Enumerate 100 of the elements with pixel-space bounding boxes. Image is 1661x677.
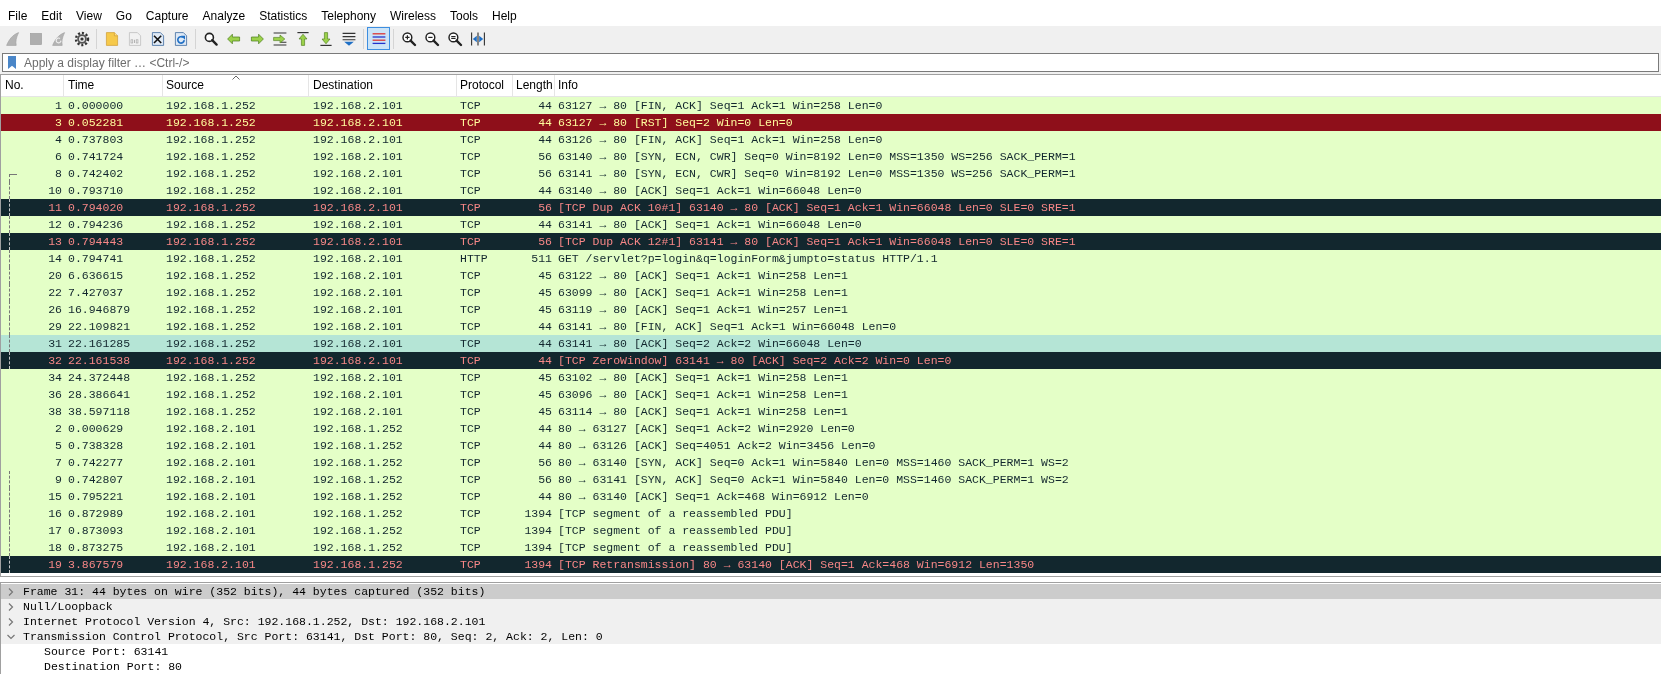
- table-cell-text: 192.168.1.252: [165, 404, 257, 420]
- tree-item[interactable]: Transmission Control Protocol, Src Port: 63141, Dst Port: 80, Seq: 2, Ack: 2, Len: 0: [1, 629, 1661, 644]
- menu-item[interactable]: Statistics: [252, 6, 315, 26]
- packet-row[interactable]: 19 3.867579 192.168.2.101 192.168.1.252 TCP 1394 [TCP Retransmission] 80 → 63140 [ACK] Seq=1 Ack=468 Win=6912 Len=1350: [1, 556, 1661, 573]
- table-cell-text: 192.168.1.252: [165, 183, 257, 199]
- table-cell-text: TCP: [459, 489, 482, 505]
- table-cell-text: 63096 → 80 [ACK] Seq=1 Ack=1 Win=258 Len=1: [557, 387, 849, 403]
- table-cell-text: [TCP Dup ACK 10#1] 63140 → 80 [ACK] Seq=1 Ack=1 Win=66048 Len=0 SLE=0 SRE=1: [557, 200, 1077, 216]
- table-cell-text: 192.168.1.252: [165, 387, 257, 403]
- table-cell-text: 38.597118: [67, 404, 132, 420]
- table-cell-text: 44: [537, 217, 553, 233]
- menu-item[interactable]: Tools: [443, 6, 485, 26]
- table-cell-text: 1394: [523, 540, 553, 556]
- table-cell-text: 192.168.1.252: [312, 523, 404, 539]
- table-cell-text: 0.741724: [67, 149, 125, 165]
- table-cell-text: 0.873275: [67, 540, 125, 556]
- packet-row[interactable]: 6 0.741724 192.168.1.252 192.168.2.101 TCP 56 63140 → 80 [SYN, ECN, CWR] Seq=0 Win=8192 Len=0 MSS=1350 WS=256 SACK_PERM=1: [1, 148, 1661, 165]
- table-cell-text: 192.168.1.252: [165, 234, 257, 250]
- table-cell-text: TCP: [459, 557, 482, 573]
- table-cell-text: 45: [537, 404, 553, 420]
- menu-item[interactable]: View: [69, 6, 109, 26]
- packet-row[interactable]: 10 0.793710 192.168.1.252 192.168.2.101 TCP 44 63140 → 80 [ACK] Seq=1 Ack=1 Win=66048 Len=0: [1, 182, 1661, 199]
- column-header[interactable]: Destination: [309, 75, 457, 96]
- packet-row[interactable]: 15 0.795221 192.168.2.101 192.168.1.252 TCP 44 80 → 63140 [ACK] Seq=1 Ack=468 Win=6912 Len=0: [1, 488, 1661, 505]
- table-cell-text: 192.168.2.101: [312, 183, 404, 199]
- table-cell-text: 192.168.1.252: [165, 166, 257, 182]
- menu-item[interactable]: Help: [485, 6, 524, 26]
- packet-row[interactable]: 32 22.161538 192.168.1.252 192.168.2.101 TCP 44 [TCP ZeroWindow] 63141 → 80 [ACK] Seq=2 Ack=2 Win=0 Len=0: [1, 352, 1661, 369]
- menu-item[interactable]: Go: [108, 6, 139, 26]
- menu-item[interactable]: Wireless: [383, 6, 443, 26]
- packet-row[interactable]: 18 0.873275 192.168.2.101 192.168.1.252 TCP 1394 [TCP segment of a reassembled PDU]: [1, 539, 1661, 556]
- table-cell-text: TCP: [459, 421, 482, 437]
- display-filter-field[interactable]: Apply a display filter … <Ctrl-/>: [2, 53, 1659, 72]
- packet-row[interactable]: 8 0.742402 192.168.1.252 192.168.2.101 TCP 56 63141 → 80 [SYN, ECN, CWR] Seq=0 Win=8192 Len=0 MSS=1350 WS=256 SACK_PERM=1: [1, 165, 1661, 182]
- menu-item[interactable]: Telephony: [314, 6, 383, 26]
- table-cell-text: TCP: [459, 319, 482, 335]
- tree-item[interactable]: Internet Protocol Version 4, Src: 192.168.1.252, Dst: 192.168.2.101: [1, 614, 1661, 629]
- table-cell-text: 192.168.2.101: [312, 370, 404, 386]
- column-header[interactable]: Time: [64, 75, 163, 96]
- packet-row[interactable]: 36 28.386641 192.168.1.252 192.168.2.101 TCP 45 63096 → 80 [ACK] Seq=1 Ack=1 Win=258 Len=1: [1, 386, 1661, 403]
- column-header[interactable]: Info: [555, 75, 1661, 96]
- column-header[interactable]: No.: [1, 75, 64, 96]
- table-cell-text: 44: [537, 438, 553, 454]
- packet-row[interactable]: 13 0.794443 192.168.1.252 192.168.2.101 TCP 56 [TCP Dup ACK 12#1] 63141 → 80 [ACK] Seq=1 Ack=1 Win=66048 Len=0 SLE=0 SRE=1: [1, 233, 1661, 250]
- packet-row[interactable]: 4 0.737803 192.168.1.252 192.168.2.101 TCP 44 63126 → 80 [FIN, ACK] Seq=1 Ack=1 Win=258 Len=0: [1, 131, 1661, 148]
- column-header[interactable]: Protocol: [457, 75, 513, 96]
- packet-row[interactable]: 2 0.000629 192.168.2.101 192.168.1.252 TCP 44 80 → 63127 [ACK] Seq=1 Ack=2 Win=2920 Len=0: [1, 420, 1661, 437]
- chevron-down-icon[interactable]: [7, 632, 15, 641]
- packet-row[interactable]: 9 0.742807 192.168.2.101 192.168.1.252 TCP 56 80 → 63141 [SYN, ACK] Seq=0 Ack=1 Win=5840 Len=0 MSS=1460 SACK_PERM=1 WS=2: [1, 471, 1661, 488]
- packet-row[interactable]: 34 24.372448 192.168.1.252 192.168.2.101 TCP 45 63102 → 80 [ACK] Seq=1 Ack=1 Win=258 Len=1: [1, 369, 1661, 386]
- table-cell-text: 56: [537, 200, 553, 216]
- chevron-right-icon[interactable]: [7, 617, 15, 626]
- packet-row[interactable]: 17 0.873093 192.168.2.101 192.168.1.252 TCP 1394 [TCP segment of a reassembled PDU]: [1, 522, 1661, 539]
- packet-row[interactable]: 22 7.427037 192.168.1.252 192.168.2.101 TCP 45 63099 → 80 [ACK] Seq=1 Ack=1 Win=258 Len=1: [1, 284, 1661, 301]
- packet-row[interactable]: 38 38.597118 192.168.1.252 192.168.2.101 TCP 45 63114 → 80 [ACK] Seq=1 Ack=1 Win=258 Len=1: [1, 403, 1661, 420]
- packet-row[interactable]: 31 22.161285 192.168.1.252 192.168.2.101 TCP 44 63141 → 80 [ACK] Seq=2 Ack=2 Win=66048 Len=0: [1, 335, 1661, 352]
- table-cell-text: 19: [47, 557, 63, 573]
- table-cell-text: 4: [54, 132, 63, 148]
- packet-row[interactable]: 11 0.794020 192.168.1.252 192.168.2.101 TCP 56 [TCP Dup ACK 10#1] 63140 → 80 [ACK] Seq=1 Ack=1 Win=66048 Len=0 SLE=0 SRE=1: [1, 199, 1661, 216]
- table-cell-text: 7: [54, 455, 63, 471]
- menu-item[interactable]: Capture: [138, 6, 196, 26]
- packet-row[interactable]: 16 0.872989 192.168.2.101 192.168.1.252 TCP 1394 [TCP segment of a reassembled PDU]: [1, 505, 1661, 522]
- menu-item[interactable]: File: [1, 6, 35, 26]
- table-cell-text: 12: [47, 217, 63, 233]
- table-cell-text: 5: [54, 438, 63, 454]
- table-cell-text: 20: [47, 268, 63, 284]
- packet-row[interactable]: 14 0.794741 192.168.1.252 192.168.2.101 HTTP 511 GET /servlet?p=login&q=loginForm&jumpto=status HTTP/1.1: [1, 250, 1661, 267]
- table-cell-text: TCP: [459, 268, 482, 284]
- chevron-right-icon[interactable]: [7, 587, 15, 596]
- table-cell-text: 192.168.2.101: [165, 557, 257, 573]
- table-cell-text: 192.168.2.101: [312, 336, 404, 352]
- menu-item[interactable]: Analyze: [195, 6, 253, 26]
- tree-item[interactable]: Null/Loopback: [1, 599, 1661, 614]
- packet-row[interactable]: 7 0.742277 192.168.2.101 192.168.1.252 TCP 56 80 → 63140 [SYN, ACK] Seq=0 Ack=1 Win=5840 Len=0 MSS=1460 SACK_PERM=1 WS=2: [1, 454, 1661, 471]
- column-header[interactable]: Length: [513, 75, 555, 96]
- packet-row[interactable]: 29 22.109821 192.168.1.252 192.168.2.101 TCP 44 63141 → 80 [FIN, ACK] Seq=1 Ack=1 Win=66048 Len=0: [1, 318, 1661, 335]
- packet-row[interactable]: 12 0.794236 192.168.1.252 192.168.2.101 TCP 44 63141 → 80 [ACK] Seq=1 Ack=1 Win=66048 Len=0: [1, 216, 1661, 233]
- table-cell-text: 0.794443: [67, 234, 125, 250]
- table-cell-text: 192.168.2.101: [165, 489, 257, 505]
- packet-row[interactable]: 3 0.052281 192.168.1.252 192.168.2.101 TCP 44 63127 → 80 [RST] Seq=2 Win=0 Len=0: [1, 114, 1661, 131]
- tree-item[interactable]: Frame 31: 44 bytes on wire (352 bits), 44 bytes captured (352 bits): [1, 584, 1661, 599]
- table-cell-text: 16: [47, 506, 63, 522]
- menu-item[interactable]: Edit: [34, 6, 70, 26]
- table-cell-text: 192.168.1.252: [312, 438, 404, 454]
- table-cell-text: 192.168.1.252: [165, 353, 257, 369]
- table-cell-text: 31: [47, 336, 63, 352]
- table-cell-text: 192.168.1.252: [165, 251, 257, 267]
- table-cell-text: 63126 → 80 [FIN, ACK] Seq=1 Ack=1 Win=258 Len=0: [557, 132, 884, 148]
- table-cell-text: 13: [47, 234, 63, 250]
- packet-row[interactable]: 26 16.946879 192.168.1.252 192.168.2.101 TCP 45 63119 → 80 [ACK] Seq=1 Ack=1 Win=257 Len=1: [1, 301, 1661, 318]
- packet-row[interactable]: 5 0.738328 192.168.2.101 192.168.1.252 TCP 44 80 → 63126 [ACK] Seq=4051 Ack=2 Win=3456 Len=0: [1, 437, 1661, 454]
- packet-row[interactable]: 20 6.636615 192.168.1.252 192.168.2.101 TCP 45 63122 → 80 [ACK] Seq=1 Ack=1 Win=258 Len=1: [1, 267, 1661, 284]
- bookmark-icon[interactable]: [8, 56, 16, 69]
- packet-row[interactable]: 1 0.000000 192.168.1.252 192.168.2.101 TCP 44 63127 → 80 [FIN, ACK] Seq=1 Ack=1 Win=258 Len=0: [1, 97, 1661, 114]
- table-cell-text: 192.168.2.101: [312, 268, 404, 284]
- column-header[interactable]: Source: [163, 75, 309, 96]
- chevron-right-icon[interactable]: [7, 602, 15, 611]
- table-cell-text: 6: [54, 149, 63, 165]
- table-cell-text: TCP: [459, 353, 482, 369]
- table-cell-text: 24.372448: [67, 370, 132, 386]
